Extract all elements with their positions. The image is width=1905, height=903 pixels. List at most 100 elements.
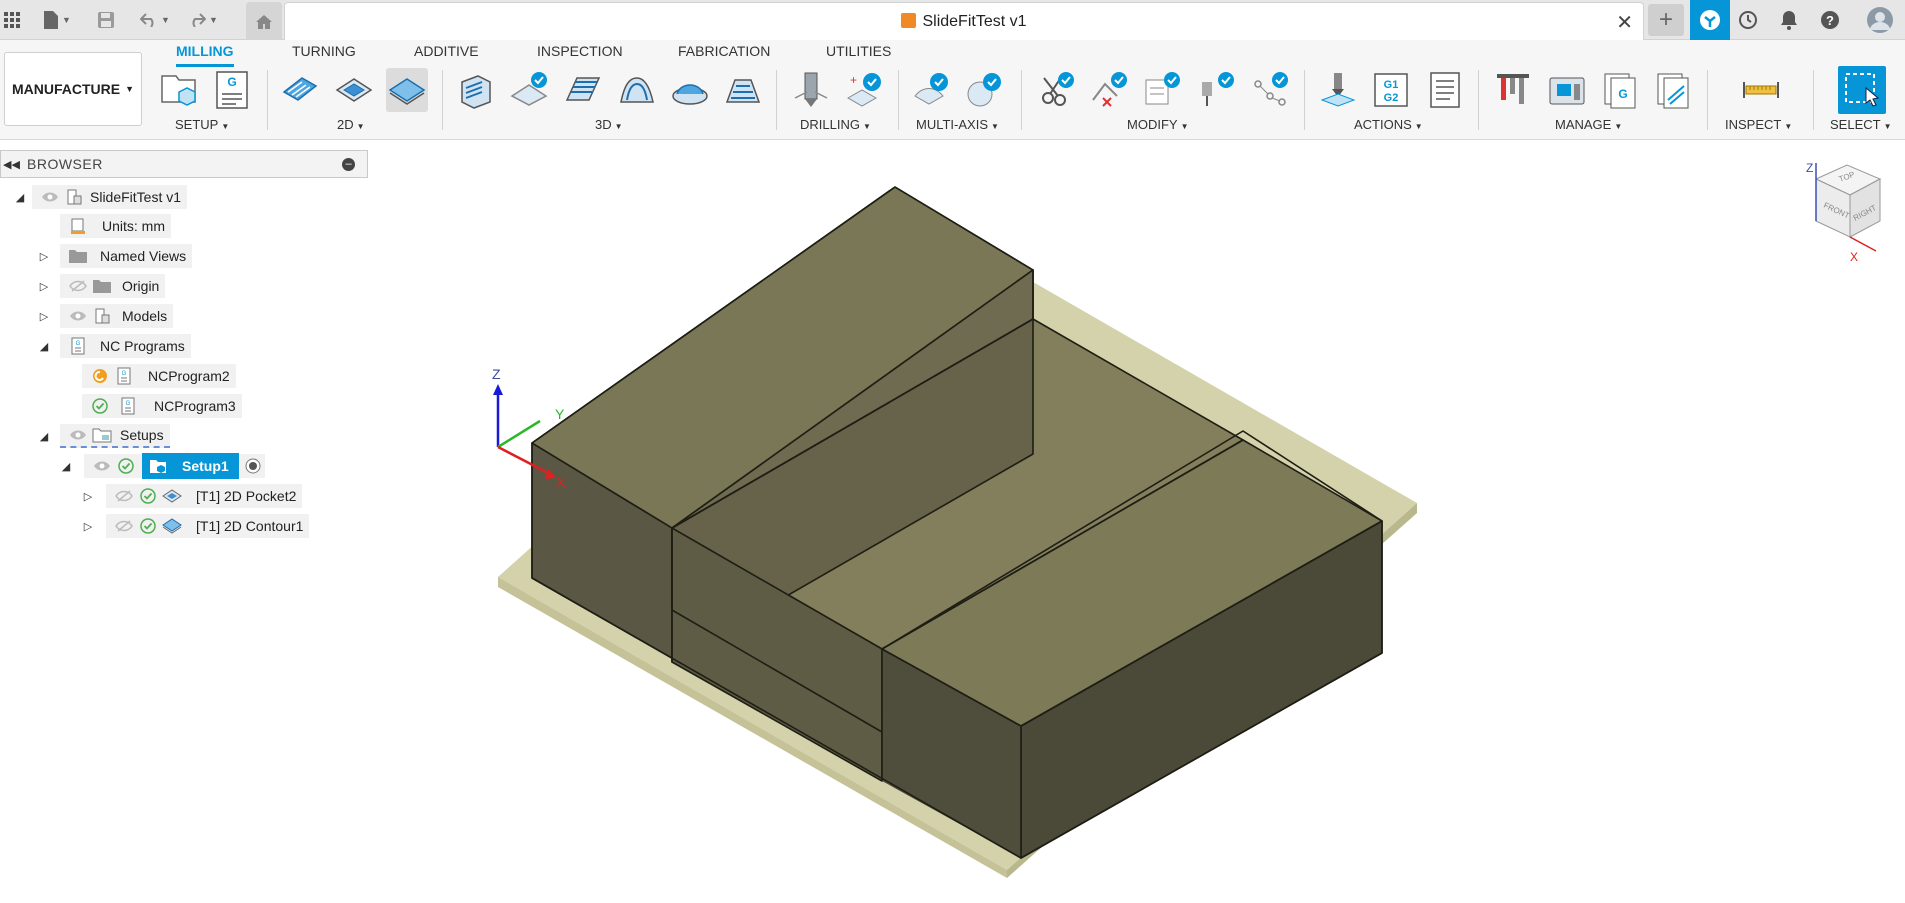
expand-triangle-icon[interactable]: ▷: [82, 520, 94, 533]
expand-triangle-icon[interactable]: ▷: [82, 490, 94, 503]
tree-ncprogram2[interactable]: G NCProgram2: [82, 363, 236, 389]
plus-icon[interactable]: +: [1648, 4, 1684, 36]
hole-recognition-button[interactable]: +: [843, 68, 885, 112]
machine-library-button[interactable]: [1546, 68, 1588, 112]
tool-library-button[interactable]: [1492, 68, 1534, 112]
simulate-button[interactable]: [1317, 68, 1359, 112]
new-setup-button[interactable]: [158, 68, 200, 112]
eye-hidden-icon[interactable]: [114, 516, 134, 536]
group-manage[interactable]: MANAGE ▼: [1555, 117, 1622, 132]
2d-adaptive-button[interactable]: [279, 68, 321, 112]
home-tab[interactable]: [246, 2, 282, 40]
expand-triangle-icon[interactable]: ◢: [38, 430, 50, 443]
component-icon: [64, 187, 84, 207]
tree-root[interactable]: ◢ SlideFitTest v1: [14, 184, 188, 210]
group-3d[interactable]: 3D ▼: [595, 117, 623, 132]
tree-nc-programs[interactable]: ◢ G NC Programs: [38, 333, 191, 359]
user-avatar-icon[interactable]: [1863, 6, 1897, 34]
group-multi-axis[interactable]: MULTI-AXIS ▼: [916, 117, 999, 132]
3d-contour-button[interactable]: [616, 68, 658, 112]
pattern-button[interactable]: [1249, 68, 1291, 112]
expand-triangle-icon[interactable]: ▷: [38, 310, 50, 323]
save-icon[interactable]: [94, 6, 118, 34]
manual-nc-button[interactable]: [1141, 68, 1183, 112]
tab-inspection[interactable]: INSPECTION: [537, 43, 623, 67]
2d-pocket-button[interactable]: [333, 68, 375, 112]
post-process-button[interactable]: G1 G2: [1370, 68, 1412, 112]
close-icon[interactable]: ✕: [1616, 10, 1633, 35]
3d-pocket-button[interactable]: [508, 68, 550, 112]
nc-program-button[interactable]: G: [211, 68, 253, 112]
folder-icon: [68, 246, 88, 266]
job-status-icon[interactable]: [1690, 0, 1730, 40]
warning-status-icon: [90, 366, 110, 386]
undo-button[interactable]: ▼: [136, 6, 174, 34]
workspace-switcher[interactable]: MANUFACTURE ▼: [4, 52, 142, 126]
group-actions[interactable]: ACTIONS ▼: [1354, 117, 1423, 132]
expand-triangle-icon[interactable]: ▷: [38, 280, 50, 293]
multi-axis-contour-button[interactable]: [910, 68, 952, 112]
swarf-button[interactable]: [963, 68, 1005, 112]
tree-named-views[interactable]: ▷ Named Views: [38, 243, 193, 269]
tool-library-icon: [1497, 74, 1529, 104]
collapse-panel-icon[interactable]: ◀◀: [3, 158, 21, 171]
app-grid-icon[interactable]: [2, 6, 22, 34]
group-setup[interactable]: SETUP ▼: [175, 117, 229, 132]
tab-additive[interactable]: ADDITIVE: [414, 43, 479, 67]
select-button[interactable]: [1838, 66, 1886, 114]
post-library-button[interactable]: G: [1600, 68, 1642, 112]
group-select[interactable]: SELECT ▼: [1830, 117, 1892, 132]
measure-button[interactable]: [1740, 68, 1782, 112]
setup1-selected[interactable]: Setup1: [142, 453, 239, 479]
eye-hidden-icon[interactable]: [68, 276, 88, 296]
probe-button[interactable]: [1195, 68, 1237, 112]
group-modify[interactable]: MODIFY ▼: [1127, 117, 1188, 132]
active-radio-icon[interactable]: [243, 456, 263, 476]
group-2d[interactable]: 2D ▼: [337, 117, 365, 132]
tab-fabrication[interactable]: FABRICATION: [678, 43, 770, 67]
drill-button[interactable]: [790, 68, 832, 112]
file-menu-button[interactable]: ▼: [38, 6, 76, 34]
view-cube[interactable]: TOP FRONT RIGHT Z X: [1806, 161, 1882, 264]
template-library-button[interactable]: [1653, 68, 1695, 112]
help-icon[interactable]: ?: [1815, 6, 1845, 34]
3d-parallel-button[interactable]: [562, 68, 604, 112]
tree-setup1[interactable]: ◢ Setup1: [60, 453, 265, 479]
bell-icon[interactable]: [1774, 6, 1804, 34]
group-inspect[interactable]: INSPECT ▼: [1725, 117, 1792, 132]
setup-icon: [161, 75, 196, 106]
trim-button[interactable]: [1035, 68, 1077, 112]
tree-op-pocket2[interactable]: ▷ [T1] 2D Pocket2: [82, 483, 303, 509]
tree-models[interactable]: ▷ Models: [38, 303, 174, 329]
3d-spiral-icon: [725, 79, 761, 103]
3d-adaptive-button[interactable]: [455, 68, 497, 112]
tab-milling[interactable]: MILLING: [176, 43, 234, 67]
eye-icon[interactable]: [68, 306, 88, 326]
expand-triangle-icon[interactable]: ◢: [60, 460, 72, 473]
clock-icon[interactable]: [1733, 6, 1763, 34]
eye-icon[interactable]: [40, 187, 60, 207]
redo-button[interactable]: ▼: [184, 6, 222, 34]
tree-ncprogram3[interactable]: G NCProgram3: [82, 393, 242, 419]
3d-spiral-button[interactable]: [722, 68, 764, 112]
3d-scallop-button[interactable]: [669, 68, 711, 112]
document-tab[interactable]: SlideFitTest v1 ✕: [284, 2, 1644, 40]
eye-icon[interactable]: [68, 425, 88, 445]
setup-sheet-button[interactable]: [1424, 68, 1466, 112]
tree-setups[interactable]: ◢ Setups: [38, 423, 170, 449]
2d-contour-button[interactable]: [386, 68, 428, 112]
tab-utilities[interactable]: UTILITIES: [826, 43, 891, 67]
group-drilling[interactable]: DRILLING ▼: [800, 117, 871, 132]
tab-turning[interactable]: TURNING: [292, 43, 356, 67]
expand-triangle-icon[interactable]: ◢: [38, 340, 50, 353]
expand-triangle-icon[interactable]: ◢: [14, 191, 26, 204]
expand-triangle-icon[interactable]: ▷: [38, 250, 50, 263]
eye-icon[interactable]: [92, 456, 112, 476]
minimize-icon[interactable]: –: [342, 158, 355, 171]
eye-hidden-icon[interactable]: [114, 486, 134, 506]
manual-nc-icon: [1145, 72, 1180, 105]
tree-units[interactable]: Units: mm: [60, 213, 171, 239]
delete-toolpath-button[interactable]: [1088, 68, 1130, 112]
tree-origin[interactable]: ▷ Origin: [38, 273, 166, 299]
tree-op-contour1[interactable]: ▷ [T1] 2D Contour1: [82, 513, 310, 539]
